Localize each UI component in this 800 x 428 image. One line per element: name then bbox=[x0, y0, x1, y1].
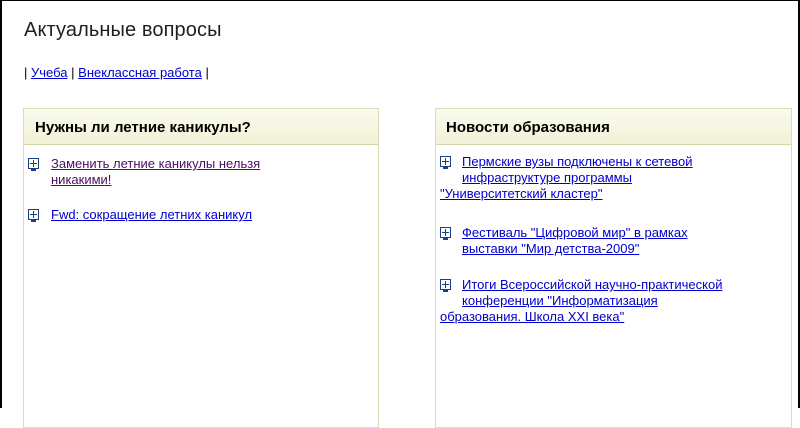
list-item: Заменить летние каникулы нельзя никакими… bbox=[28, 156, 368, 188]
news-link-line: конференции "Информатизация bbox=[462, 293, 658, 308]
news-link-line: выставки "Мир детства-2009" bbox=[462, 241, 640, 256]
news-link[interactable]: Пермские вузы подключены к сетевой инфра… bbox=[440, 154, 788, 202]
plus-box-icon[interactable] bbox=[440, 227, 451, 240]
breadcrumb-link-study[interactable]: Учеба bbox=[31, 65, 68, 80]
content-frame: Актуальные вопросы | Учеба | Внеклассная… bbox=[0, 0, 800, 428]
topic-link[interactable]: Fwd: сокращение летних каникул bbox=[51, 207, 368, 223]
panel-title: Новости образования bbox=[436, 109, 791, 145]
topic-link[interactable]: Заменить летние каникулы нельзя никакими… bbox=[51, 156, 368, 188]
list-item: Fwd: сокращение летних каникул bbox=[28, 207, 368, 223]
summer-holidays-panel: Нужны ли летние каникулы? Заменить летни… bbox=[23, 108, 379, 428]
news-link-line: Пермские вузы подключены к сетевой bbox=[462, 154, 693, 169]
page-title: Актуальные вопросы bbox=[24, 19, 222, 41]
plus-box-icon[interactable] bbox=[28, 158, 39, 171]
list-item: Пермские вузы подключены к сетевой инфра… bbox=[440, 154, 788, 202]
news-link-line: Итоги Всероссийской научно-практической bbox=[462, 277, 723, 292]
news-link-line: "Университетский кластер" bbox=[440, 186, 603, 201]
breadcrumb: | Учеба | Внеклассная работа | bbox=[24, 65, 209, 80]
breadcrumb-separator: | bbox=[71, 65, 75, 80]
list-item: Итоги Всероссийской научно-практической … bbox=[440, 277, 788, 325]
news-link-line: Фестиваль "Цифровой мир" в рамках bbox=[462, 225, 688, 240]
panel-title: Нужны ли летние каникулы? bbox=[24, 109, 378, 145]
plus-box-icon[interactable] bbox=[28, 209, 39, 222]
list-item: Фестиваль "Цифровой мир" в рамках выстав… bbox=[440, 225, 788, 257]
education-news-panel: Новости образования Пермские вузы подклю… bbox=[435, 108, 792, 428]
news-link-line: образования. Школа XXI века" bbox=[440, 309, 625, 324]
breadcrumb-separator: | bbox=[205, 65, 209, 80]
news-link[interactable]: Итоги Всероссийской научно-практической … bbox=[440, 277, 788, 325]
plus-box-icon[interactable] bbox=[440, 156, 451, 169]
breadcrumb-separator: | bbox=[24, 65, 28, 80]
plus-box-icon[interactable] bbox=[440, 279, 451, 292]
news-link-line: инфраструктуре программы bbox=[462, 170, 632, 185]
topic-link-line: никакими! bbox=[51, 172, 112, 187]
news-link[interactable]: Фестиваль "Цифровой мир" в рамках выстав… bbox=[440, 225, 788, 257]
topic-link-line: Заменить летние каникулы нельзя bbox=[51, 156, 261, 171]
breadcrumb-link-extracurricular[interactable]: Внеклассная работа bbox=[78, 65, 202, 80]
